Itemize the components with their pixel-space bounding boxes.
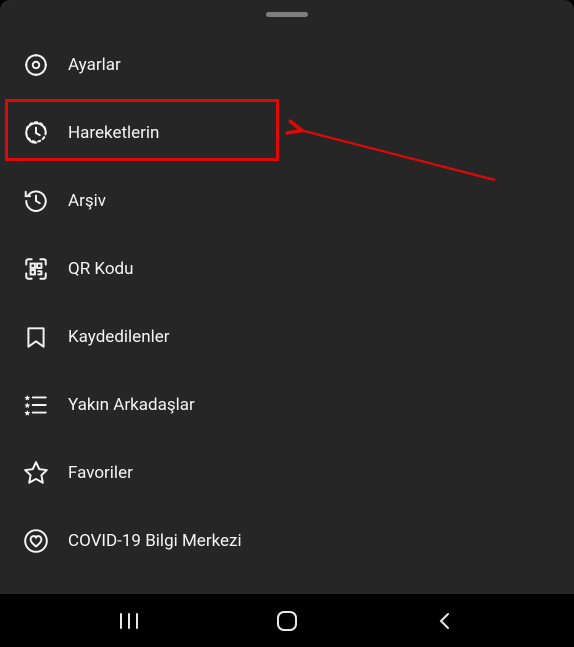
menu-item-covid-info[interactable]: COVID-19 Bilgi Merkezi xyxy=(0,507,574,575)
menu-item-favorites[interactable]: Favoriler xyxy=(0,439,574,507)
drag-handle[interactable] xyxy=(266,12,308,17)
activity-icon xyxy=(22,119,50,147)
menu-item-label: Ayarlar xyxy=(68,55,121,75)
nav-back-button[interactable] xyxy=(415,601,475,641)
menu-item-saved[interactable]: Kaydedilenler xyxy=(0,303,574,371)
menu-item-archive[interactable]: Arşiv xyxy=(0,167,574,235)
heart-circle-icon xyxy=(22,527,50,555)
menu-list: Ayarlar Hareketlerin Arşiv xyxy=(0,31,574,575)
bookmark-icon xyxy=(22,323,50,351)
menu-item-label: Favoriler xyxy=(68,463,133,483)
nav-home-button[interactable] xyxy=(257,601,317,641)
android-navbar xyxy=(0,594,574,647)
menu-item-qr[interactable]: QR Kodu xyxy=(0,235,574,303)
menu-item-label: Yakın Arkadaşlar xyxy=(68,395,195,415)
archive-icon xyxy=(22,187,50,215)
menu-item-label: Hareketlerin xyxy=(68,123,159,143)
close-friends-icon xyxy=(22,391,50,419)
menu-item-activity[interactable]: Hareketlerin xyxy=(0,99,574,167)
menu-item-label: Kaydedilenler xyxy=(68,327,170,347)
menu-item-settings[interactable]: Ayarlar xyxy=(0,31,574,99)
qr-icon xyxy=(22,255,50,283)
star-icon xyxy=(22,459,50,487)
menu-item-label: QR Kodu xyxy=(68,259,134,279)
bottom-sheet: Ayarlar Hareketlerin Arşiv xyxy=(0,0,574,594)
nav-recents-button[interactable] xyxy=(99,601,159,641)
menu-item-label: COVID-19 Bilgi Merkezi xyxy=(68,531,242,551)
menu-item-close-friends[interactable]: Yakın Arkadaşlar xyxy=(0,371,574,439)
menu-item-label: Arşiv xyxy=(68,191,106,211)
gear-icon xyxy=(22,51,50,79)
